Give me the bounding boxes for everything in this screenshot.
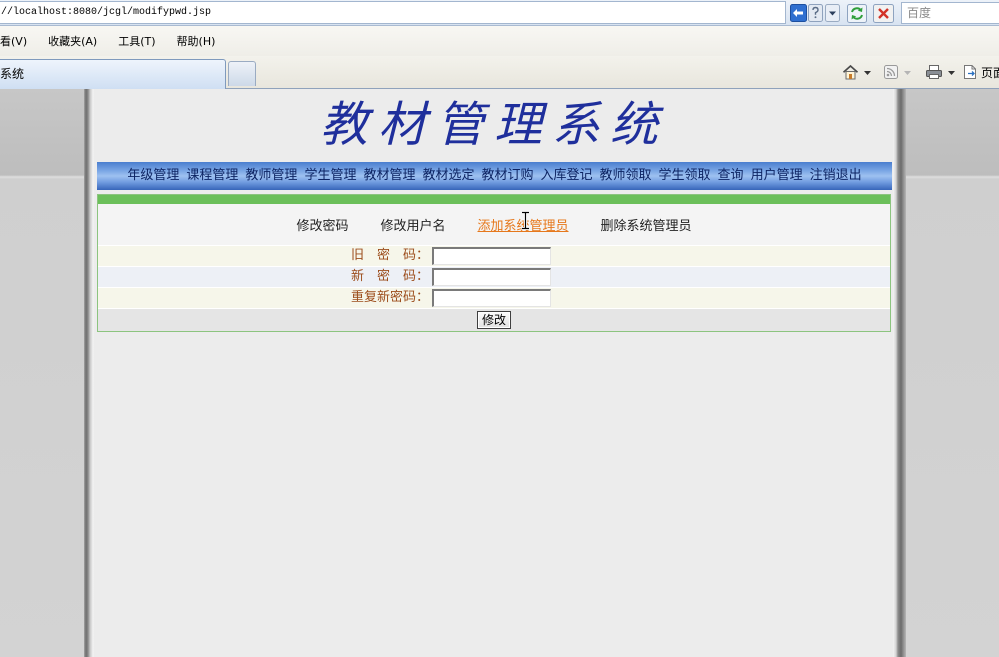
text-cursor-icon	[521, 211, 530, 230]
nav-item-textbook-ordering[interactable]: 教材订购	[481, 162, 533, 190]
nav-item-user-management[interactable]: 用户管理	[751, 162, 803, 190]
page-title: 教材管理系统	[319, 97, 668, 153]
submit-button[interactable]: 修改	[476, 311, 511, 329]
new-password-row: 新 密 码：	[98, 266, 890, 287]
address-bar: //localhost:8080/jcgl/modifypwd.jsp 百度	[0, 0, 999, 26]
menu-tools[interactable]: 工具(T)	[118, 33, 155, 49]
page-viewport: 教材管理系统 年级管理 课程管理 教师管理 学生管理 教材管理 教材选定 教材订…	[0, 89, 999, 657]
menu-view[interactable]: 看(V)	[0, 33, 27, 49]
dropdown-arrow-icon[interactable]	[864, 71, 871, 75]
nav-item-student-pickup[interactable]: 学生领取	[659, 162, 711, 190]
nav-item-stock-in-registration[interactable]: 入库登记	[541, 162, 593, 190]
nav-item-textbook-management[interactable]: 教材管理	[363, 162, 415, 190]
page-background-left	[0, 89, 84, 657]
nav-item-query[interactable]: 查询	[718, 162, 744, 190]
nav-item-teacher-pickup[interactable]: 教师领取	[600, 162, 652, 190]
help-icon[interactable]	[808, 4, 823, 22]
nav-item-textbook-selection[interactable]: 教材选定	[422, 162, 474, 190]
search-box[interactable]: 百度	[901, 2, 999, 24]
panel-header-strip	[98, 195, 890, 204]
nav-item-course-management[interactable]: 课程管理	[186, 162, 238, 190]
old-password-field[interactable]	[432, 247, 551, 265]
confirm-password-field[interactable]	[432, 289, 551, 307]
page-icon[interactable]	[963, 64, 978, 80]
dropdown-arrow-icon[interactable]	[825, 4, 840, 22]
tab-title: 系统	[0, 67, 25, 81]
main-nav: 年级管理 课程管理 教师管理 学生管理 教材管理 教材选定 教材订购 入库登记 …	[97, 162, 892, 190]
refresh-icon[interactable]	[847, 4, 867, 23]
print-icon[interactable]	[925, 64, 943, 80]
old-password-row: 旧 密 码：	[98, 245, 890, 266]
nav-item-logout[interactable]: 注销退出	[810, 162, 862, 190]
page-content: 教材管理系统 年级管理 课程管理 教师管理 学生管理 教材管理 教材选定 教材订…	[95, 89, 893, 657]
nav-item-grade-management[interactable]: 年级管理	[127, 162, 179, 190]
address-field[interactable]: //localhost:8080/jcgl/modifypwd.jsp	[0, 1, 786, 24]
account-panel: 修改密码 修改用户名 添加系统管理员 删除系统管理员 旧 密 码： 新 密 码：…	[97, 194, 891, 332]
nav-item-teacher-management[interactable]: 教师管理	[245, 162, 297, 190]
page-background-right	[906, 89, 999, 657]
tab-active[interactable]: 系统	[0, 59, 226, 89]
nav-item-student-management[interactable]: 学生管理	[304, 162, 356, 190]
dropdown-arrow-icon[interactable]	[948, 71, 955, 75]
header: 教材管理系统	[95, 89, 893, 162]
page-frame-right	[893, 89, 906, 657]
confirm-password-label: 重复新密码：	[350, 290, 429, 305]
compatibility-view-icon[interactable]	[790, 4, 807, 22]
page-menu-label[interactable]: 页面	[981, 65, 999, 81]
old-password-label: 旧 密 码：	[350, 248, 429, 263]
feeds-icon[interactable]	[884, 65, 898, 79]
delete-admin-link[interactable]: 删除系统管理员	[601, 215, 692, 234]
confirm-password-row: 重复新密码：	[98, 287, 890, 308]
menu-favorites[interactable]: 收藏夹(A)	[48, 33, 97, 49]
stop-icon[interactable]	[873, 4, 894, 23]
menu-help[interactable]: 帮助(H)	[177, 33, 216, 49]
dropdown-arrow-icon[interactable]	[904, 71, 911, 75]
address-url[interactable]: //localhost:8080/jcgl/modifypwd.jsp	[1, 6, 211, 20]
tab-bar: 系统 页面	[0, 56, 999, 89]
page-frame-left	[84, 89, 95, 657]
search-placeholder: 百度	[907, 6, 932, 20]
submit-row: 修改	[98, 308, 890, 331]
change-password-link[interactable]: 修改密码	[296, 215, 348, 234]
account-links-row: 修改密码 修改用户名 添加系统管理员 删除系统管理员	[98, 204, 890, 245]
new-tab-button[interactable]	[228, 61, 256, 86]
home-icon[interactable]	[842, 64, 859, 80]
new-password-field[interactable]	[432, 268, 551, 286]
new-password-label: 新 密 码：	[350, 269, 429, 284]
change-username-link[interactable]: 修改用户名	[380, 215, 445, 234]
menu-bar: 看(V) 收藏夹(A) 工具(T) 帮助(H)	[0, 26, 999, 56]
